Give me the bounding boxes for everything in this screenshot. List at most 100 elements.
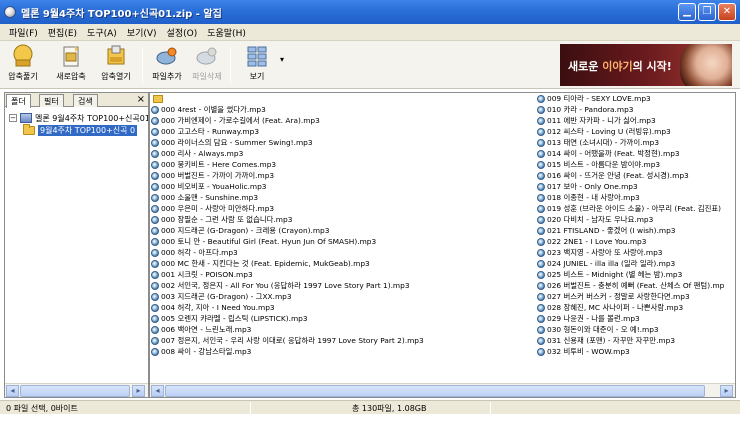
file-row[interactable]: 000 뭉키비트 - Here Comes.mp3 <box>151 159 535 170</box>
file-row[interactable]: 018 이종현 - 내 사랑아.mp3 <box>537 192 734 203</box>
file-row[interactable]: 000 가비엔제이 - 가로수길에서 (Feat. Ara).mp3 <box>151 115 535 126</box>
file-row[interactable]: 004 허각, 지아 - I Need You.mp3 <box>151 302 535 313</box>
scroll-left-icon[interactable]: ◂ <box>6 385 19 397</box>
file-row[interactable]: 000 비오비포 - YouaHolic.mp3 <box>151 181 535 192</box>
file-row[interactable]: 031 신용재 (포맨) - 자꾸만 자꾸만.mp3 <box>537 335 734 346</box>
file-name: 000 비오비포 - YouaHolic.mp3 <box>161 182 267 191</box>
file-row[interactable]: 002 서인국, 정은지 - All For You (응답하라 1997 Lo… <box>151 280 535 291</box>
file-name: 010 카라 - Pandora.mp3 <box>547 105 634 114</box>
file-row[interactable]: 029 나윤권 - 나를 볼런.mp3 <box>537 313 734 324</box>
file-row[interactable]: 001 시크릿 - POISON.mp3 <box>151 269 535 280</box>
mp3-file-icon <box>151 215 159 224</box>
add-file-button[interactable]: 파일추가 <box>146 43 188 87</box>
mp3-file-icon <box>151 138 159 147</box>
file-row[interactable]: 000 리사 - Always.mp3 <box>151 148 535 159</box>
file-row[interactable]: 026 버벌진트 - 충분히 예뻐 (Feat. 산체스 Of 팬텀).mp <box>537 280 734 291</box>
file-row[interactable]: 020 다비치 - 남자도 우나요.mp3 <box>537 214 734 225</box>
file-name: 000 MC 한새 - 지킨다는 것 (Feat. Epidemic, MukG… <box>161 259 370 268</box>
pane-close-icon[interactable]: × <box>137 93 145 106</box>
scroll-thumb[interactable] <box>165 385 705 397</box>
file-row[interactable]: 000 4rest - 이별을 썼다가.mp3 <box>151 104 535 115</box>
menu-settings[interactable]: 설정(O) <box>162 26 203 39</box>
file-row[interactable]: 000 소울맨 - Sunshine.mp3 <box>151 192 535 203</box>
file-row[interactable]: 011 에반 자카파 - 니가 싫어.mp3 <box>537 115 734 126</box>
mp3-file-icon <box>151 292 159 301</box>
mp3-file-icon <box>537 325 545 334</box>
menu-view[interactable]: 보기(V) <box>122 26 162 39</box>
file-row[interactable]: 000 토니 안 - Beautiful Girl (Feat. Hyun Ju… <box>151 236 535 247</box>
left-horizontal-scrollbar[interactable]: ◂ ▸ <box>5 383 148 397</box>
close-button[interactable]: ✕ <box>718 3 736 21</box>
open-archive-button[interactable]: 압축열기 <box>95 43 137 87</box>
minimize-icon: ▁ <box>683 6 691 17</box>
collapse-icon[interactable]: − <box>9 114 17 122</box>
mp3-file-icon <box>537 149 545 158</box>
file-row[interactable]: 016 싸이 - 뜨거운 안녕 (Feat. 성시경).mp3 <box>537 170 734 181</box>
tab-folder[interactable]: 폴더 <box>6 94 31 108</box>
mp3-file-icon <box>537 94 545 103</box>
file-row[interactable]: 008 싸이 - 강남스타일.mp3 <box>151 346 535 357</box>
file-row[interactable]: 022 2NE1 - I Love You.mp3 <box>537 236 734 247</box>
file-row[interactable]: 025 비스트 - Midnight (별 헤는 밤).mp3 <box>537 269 734 280</box>
file-row[interactable]: 000 고고스타 - Runway.mp3 <box>151 126 535 137</box>
mp3-file-icon <box>151 303 159 312</box>
window-controls: ▁ ❐ ✕ <box>678 3 736 21</box>
file-row[interactable]: 000 버벌진트 - 가까이 가까이.mp3 <box>151 170 535 181</box>
ad-banner[interactable]: 새로운 이야기의 시작! <box>560 44 732 86</box>
scroll-thumb[interactable] <box>20 385 130 397</box>
file-row[interactable]: 019 성훈 (브라운 아이드 소울) - 아무리 (Feat. 김진표) <box>537 203 734 214</box>
file-row[interactable]: 006 백아연 - 느린노래.mp3 <box>151 324 535 335</box>
file-name: 011 에반 자카파 - 니가 싫어.mp3 <box>547 116 656 125</box>
tab-search[interactable]: 검색 <box>73 94 98 107</box>
file-row[interactable]: 032 비투비 - WOW.mp3 <box>537 346 734 357</box>
file-row[interactable]: 015 비스트 - 아름다운 밤이야.mp3 <box>537 159 734 170</box>
new-archive-button[interactable]: 새로압축 <box>50 43 92 87</box>
file-list-horizontal-scrollbar[interactable]: ◂ ▸ <box>150 383 735 397</box>
file-row[interactable]: 000 지드래곤 (G-Dragon) - 크레용 (Crayon).mp3 <box>151 225 535 236</box>
menu-help[interactable]: 도움말(H) <box>202 26 251 39</box>
tab-filter[interactable]: 필터 <box>39 94 64 107</box>
parent-folder-row[interactable] <box>151 93 535 104</box>
desktop-area <box>0 415 740 436</box>
tree-child-node[interactable]: 9월4주차 TOP100+신곡 0 <box>23 123 138 136</box>
file-row[interactable]: 000 장필순 - 그런 사람 또 없습니다.mp3 <box>151 214 535 225</box>
file-row[interactable]: 005 오렌지 캬라멜 - 립스틱 (LIPSTICK).mp3 <box>151 313 535 324</box>
tree-root-node[interactable]: − 멜론 9월4주차 TOP100+신곡01 <box>9 112 148 124</box>
file-row[interactable]: 028 장혜진, MC 사나이퍼 - 나쁜사람.mp3 <box>537 302 734 313</box>
view-dropdown-icon[interactable]: ▾ <box>280 55 284 64</box>
file-row[interactable]: 030 형돈이와 대준이 - 오 예!.mp3 <box>537 324 734 335</box>
file-name: 004 허각, 지아 - I Need You.mp3 <box>161 303 275 312</box>
file-row[interactable]: 024 JUNIEL - illa illa (일라 일라).mp3 <box>537 258 734 269</box>
scroll-right-icon[interactable]: ▸ <box>720 385 733 397</box>
file-row[interactable]: 010 카라 - Pandora.mp3 <box>537 104 734 115</box>
toolbar-separator <box>142 47 143 83</box>
menu-tools[interactable]: 도구(A) <box>82 26 122 39</box>
file-row[interactable]: 023 백지영 - 사랑아 또 사랑아.mp3 <box>537 247 734 258</box>
delete-file-button[interactable]: 파일삭제 <box>186 43 228 87</box>
scroll-right-icon[interactable]: ▸ <box>132 385 145 397</box>
file-row[interactable]: 014 싸이 - 어땠을까 (Feat. 박정현).mp3 <box>537 148 734 159</box>
title-bar[interactable]: 멜론 9월4주차 TOP100+신곡01.zip - 알집 ▁ ❐ ✕ <box>0 0 740 24</box>
file-row[interactable]: 000 허각 - 아프다.mp3 <box>151 247 535 258</box>
mp3-file-icon <box>537 204 545 213</box>
file-row[interactable]: 021 FTISLAND - 좋겠어 (I wish).mp3 <box>537 225 734 236</box>
file-row[interactable]: 009 티아라 - SEXY LOVE.mp3 <box>537 93 734 104</box>
scroll-left-icon[interactable]: ◂ <box>151 385 164 397</box>
file-row[interactable]: 003 지드래곤 (G-Dragon) - 그XX.mp3 <box>151 291 535 302</box>
file-row[interactable]: 013 태연 (소녀시대) - 가까이.mp3 <box>537 137 734 148</box>
file-row[interactable]: 000 라이너스의 담요 - Summer Swing!.mp3 <box>151 137 535 148</box>
file-row[interactable]: 000 우은미 - 사랑아 미안하다.mp3 <box>151 203 535 214</box>
file-name: 000 우은미 - 사랑아 미안하다.mp3 <box>161 204 275 213</box>
file-row[interactable]: 017 보아 - Only One.mp3 <box>537 181 734 192</box>
file-row[interactable]: 027 버스커 버스커 - 정말로 사랑한다면.mp3 <box>537 291 734 302</box>
menu-edit[interactable]: 편집(E) <box>43 26 82 39</box>
file-row[interactable]: 012 씨스타 - Loving U (러빙유).mp3 <box>537 126 734 137</box>
extract-button[interactable]: 압축풀기 <box>2 43 44 87</box>
minimize-button[interactable]: ▁ <box>678 3 696 21</box>
menu-file[interactable]: 파일(F) <box>4 26 43 39</box>
selection-status: 0 파일 선택, 0바이트 <box>6 404 78 413</box>
maximize-button[interactable]: ❐ <box>698 3 716 21</box>
view-button[interactable]: 보기 <box>236 43 278 87</box>
file-row[interactable]: 007 정은지, 서인국 - 우리 사랑 이대로( 응답하라 1997 Love… <box>151 335 535 346</box>
file-row[interactable]: 000 MC 한새 - 지킨다는 것 (Feat. Epidemic, MukG… <box>151 258 535 269</box>
